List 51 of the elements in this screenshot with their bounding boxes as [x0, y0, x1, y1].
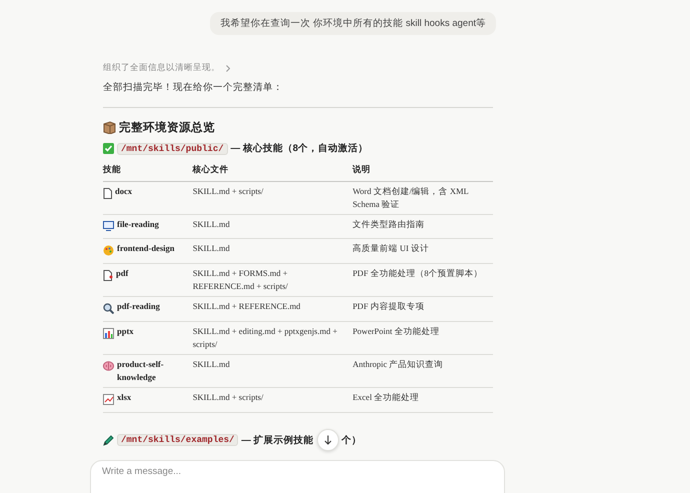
skill-name: product-self-knowledge — [117, 358, 165, 384]
table-cell: Excel 全功能处理 — [352, 388, 493, 412]
pencil-icon — [103, 434, 114, 446]
column-header: 说明 — [352, 161, 493, 182]
section-heading: — 核心技能（8个，自动激活） — [230, 142, 368, 155]
table-cell: PDF 全功能处理（8个预置脚本） — [352, 264, 493, 296]
table-cell: SKILL.md — [192, 214, 353, 238]
column-header: 核心文件 — [192, 161, 353, 182]
table-cell: SKILL.md + scripts/ — [192, 388, 353, 412]
user-message: 我希望你在查询一次 你环境中所有的技能 skill hooks agent等 — [210, 12, 496, 35]
table-cell: SKILL.md + REFERENCE.md — [192, 296, 353, 322]
table-cell: 文件类型路由指南 — [352, 214, 493, 238]
magnifier-icon — [103, 303, 114, 314]
arrow-down-icon — [324, 435, 332, 445]
table-cell: SKILL.md + FORMS.md + REFERENCE.md + scripts/ — [192, 264, 353, 296]
skill-name: pdf — [116, 267, 128, 280]
thinking-summary[interactable]: 组织了全面信息以清晰呈现。 — [103, 62, 220, 74]
table-cell: PDF 内容提取专项 — [352, 296, 493, 322]
section-heading: 个） — [342, 434, 362, 446]
skill-name: pptx — [117, 325, 134, 338]
table-cell: Word 文档创建/编辑，含 XML Schema 验证 — [352, 182, 493, 214]
table-cell: Anthropic 产品知识查询 — [352, 354, 493, 388]
brain-icon — [103, 361, 114, 371]
monitor-icon — [103, 221, 114, 231]
checkmark-icon — [103, 143, 114, 154]
line-chart-icon — [103, 394, 114, 405]
skill-name: file-reading — [117, 218, 159, 231]
path-code: /mnt/skills/public/ — [117, 142, 228, 154]
section-heading: — 扩展示例技能 — [241, 434, 314, 446]
table-cell: SKILL.md — [192, 238, 353, 264]
table-cell: PowerPoint 全功能处理 — [352, 322, 493, 354]
palette-icon — [103, 245, 114, 256]
skill-name: docx — [115, 185, 132, 198]
message-input[interactable]: Write a message... — [90, 460, 505, 493]
chevron-icon[interactable] — [226, 64, 230, 72]
scroll-down-button[interactable] — [316, 429, 339, 451]
column-header: 技能 — [103, 161, 193, 182]
skill-name: pdf-reading — [117, 300, 160, 313]
intro-text: 全部扫描完毕！现在给你一个完整清单： — [103, 81, 284, 94]
box-icon — [103, 121, 116, 134]
table-cell: SKILL.md + editing.md + pptxgenjs.md + scripts/ — [192, 322, 353, 354]
bar-chart-icon — [103, 328, 114, 339]
section-title: 完整环境资源总览 — [119, 120, 215, 135]
path-code: /mnt/skills/examples/ — [117, 434, 238, 446]
table-cell: SKILL.md + scripts/ — [192, 182, 353, 214]
table-cell: 高质量前端 UI 设计 — [352, 238, 493, 264]
skill-name: xlsx — [117, 391, 132, 404]
document-icon — [103, 188, 112, 199]
document-icon — [103, 270, 113, 281]
skill-name: frontend-design — [117, 242, 174, 255]
table-cell: SKILL.md — [192, 354, 353, 388]
